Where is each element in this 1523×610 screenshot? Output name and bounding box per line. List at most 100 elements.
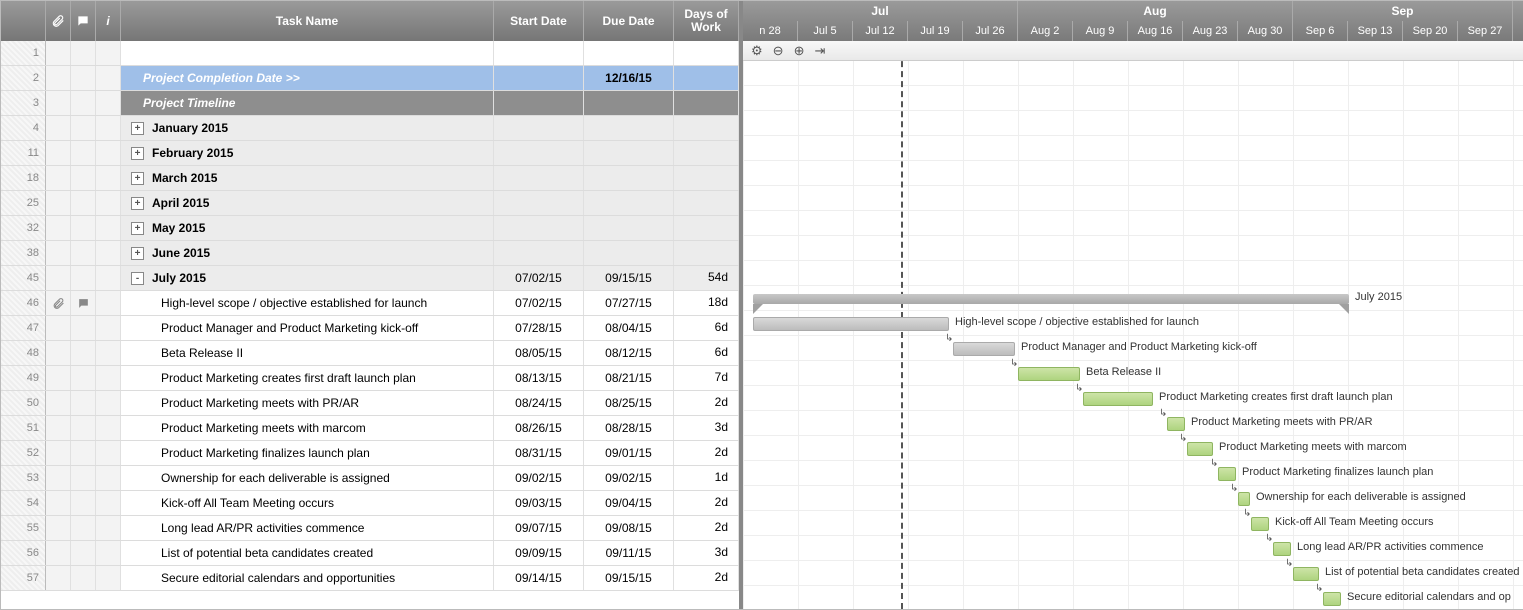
row-attach[interactable] [46,316,71,340]
row-number[interactable]: 56 [1,541,46,565]
row-attach[interactable] [46,241,71,265]
row-info[interactable] [96,91,121,115]
start-date[interactable] [494,241,584,265]
row-number[interactable]: 4 [1,116,46,140]
row-info[interactable] [96,466,121,490]
table-row[interactable]: 50Product Marketing meets with PR/AR08/2… [1,391,739,416]
row-number[interactable]: 18 [1,166,46,190]
row-attach[interactable] [46,41,71,65]
row-comment[interactable] [71,316,96,340]
gantt-body[interactable]: July 2015High-level scope / objective es… [743,61,1523,609]
due-date[interactable]: 09/15/15 [584,566,674,590]
row-info[interactable] [96,566,121,590]
gantt-bar[interactable] [1083,392,1153,406]
row-comment[interactable] [71,241,96,265]
row-comment[interactable] [71,391,96,415]
row-attach[interactable] [46,416,71,440]
row-attach[interactable] [46,491,71,515]
row-attach[interactable] [46,341,71,365]
table-row[interactable]: 46High-level scope / objective establish… [1,291,739,316]
row-info[interactable] [96,141,121,165]
days-of-work[interactable]: 6d [674,341,739,365]
days-of-work[interactable] [674,41,739,65]
due-date[interactable]: 09/15/15 [584,266,674,290]
row-number[interactable]: 47 [1,316,46,340]
due-date[interactable] [584,116,674,140]
task-name-cell[interactable]: Product Manager and Product Marketing ki… [121,316,494,340]
due-date[interactable] [584,41,674,65]
row-comment[interactable] [71,266,96,290]
start-date[interactable]: 08/24/15 [494,391,584,415]
row-number[interactable]: 54 [1,491,46,515]
row-number[interactable]: 32 [1,216,46,240]
days-of-work[interactable] [674,216,739,240]
gantt-week[interactable]: Jul 5 [798,21,853,41]
row-comment[interactable] [71,216,96,240]
gantt-bar[interactable] [1293,567,1319,581]
row-info[interactable] [96,266,121,290]
gantt-week[interactable]: Sep 27 [1458,21,1513,41]
table-row[interactable]: 38+June 2015 [1,241,739,266]
row-attach[interactable] [46,516,71,540]
row-number[interactable]: 55 [1,516,46,540]
due-date[interactable]: 09/08/15 [584,516,674,540]
gantt-bar[interactable] [1323,592,1341,606]
start-date[interactable]: 09/09/15 [494,541,584,565]
due-date[interactable]: 08/25/15 [584,391,674,415]
row-info[interactable] [96,41,121,65]
days-of-work[interactable] [674,116,739,140]
days-of-work[interactable]: 2d [674,391,739,415]
row-info[interactable] [96,116,121,140]
gantt-bar[interactable] [1018,367,1080,381]
days-of-work[interactable] [674,166,739,190]
due-date[interactable] [584,191,674,215]
table-row[interactable]: 52Product Marketing finalizes launch pla… [1,441,739,466]
row-info[interactable] [96,241,121,265]
days-of-work[interactable]: 2d [674,441,739,465]
due-date[interactable] [584,241,674,265]
gantt-today-button[interactable]: ⇥ [814,43,825,59]
row-attach[interactable] [46,391,71,415]
due-date[interactable] [584,91,674,115]
row-info[interactable] [96,166,121,190]
row-info[interactable] [96,191,121,215]
days-of-work[interactable]: 3d [674,541,739,565]
table-row[interactable]: 48Beta Release II08/05/1508/12/156d [1,341,739,366]
task-name-cell[interactable]: +February 2015 [121,141,494,165]
table-row[interactable]: 11+February 2015 [1,141,739,166]
row-comment[interactable] [71,91,96,115]
start-date[interactable] [494,41,584,65]
gantt-week[interactable]: Aug 2 [1018,21,1073,41]
row-comment[interactable] [71,566,96,590]
gantt-settings-button[interactable]: ⚙ [751,43,763,59]
start-date[interactable] [494,141,584,165]
row-attach[interactable] [46,141,71,165]
start-date[interactable]: 07/28/15 [494,316,584,340]
task-name-cell[interactable]: Ownership for each deliverable is assign… [121,466,494,490]
row-number[interactable]: 52 [1,441,46,465]
task-name-cell[interactable]: Project Timeline [121,91,494,115]
days-of-work[interactable]: 18d [674,291,739,315]
gantt-week[interactable]: Sep 6 [1293,21,1348,41]
due-date[interactable] [584,166,674,190]
gantt-zoom-out-button[interactable]: ⊖ [773,43,784,59]
row-attach[interactable] [46,191,71,215]
row-comment[interactable] [71,341,96,365]
expand-icon[interactable]: + [131,222,144,235]
start-date[interactable]: 09/07/15 [494,516,584,540]
task-name-cell[interactable]: Product Marketing meets with PR/AR [121,391,494,415]
row-attach[interactable] [46,291,71,315]
row-attach[interactable] [46,366,71,390]
start-date[interactable]: 09/03/15 [494,491,584,515]
start-date[interactable] [494,91,584,115]
due-date[interactable]: 08/28/15 [584,416,674,440]
gantt-zoom-in-button[interactable]: ⊕ [794,43,805,59]
row-attach[interactable] [46,466,71,490]
row-comment[interactable] [71,516,96,540]
task-name-cell[interactable]: High-level scope / objective established… [121,291,494,315]
row-comment[interactable] [71,366,96,390]
gantt-bar[interactable] [1238,492,1250,506]
due-date[interactable]: 09/11/15 [584,541,674,565]
row-number[interactable]: 48 [1,341,46,365]
start-date[interactable]: 08/26/15 [494,416,584,440]
